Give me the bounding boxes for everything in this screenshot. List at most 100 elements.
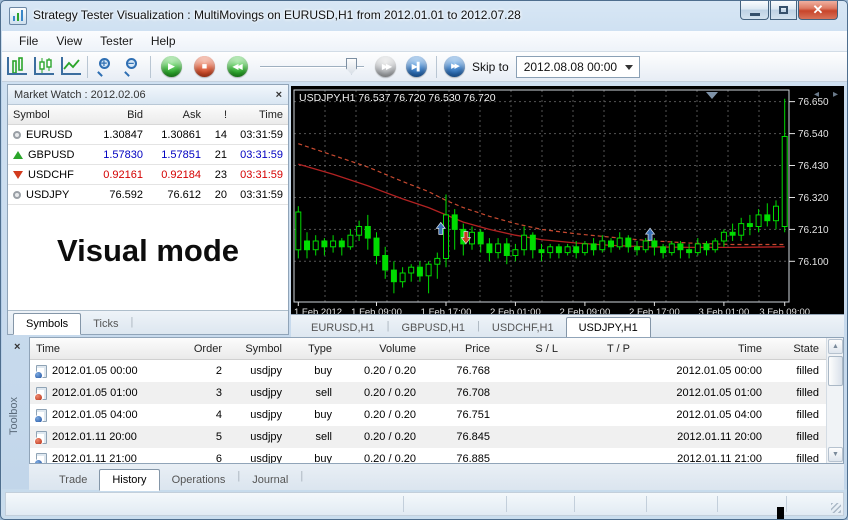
stop-button[interactable]: ■ xyxy=(191,55,218,79)
history-column-7[interactable]: T / P xyxy=(564,343,636,355)
slider-thumb[interactable] xyxy=(346,57,357,75)
maximize-button[interactable] xyxy=(770,1,797,20)
history-row[interactable]: 2012.01.05 00:00 2 usdjpy buy 0.20 / 0.20 76.… xyxy=(30,360,826,382)
market-watch-column-3[interactable]: ! xyxy=(206,109,232,121)
market-watch-row[interactable]: GBPUSD 1.57830 1.57851 21 03:31:59 xyxy=(8,145,288,165)
rewind-button[interactable]: ◀◀ xyxy=(224,55,251,79)
market-watch-header: Market Watch : 2012.02.06 × xyxy=(8,85,288,105)
svg-text:76.100: 76.100 xyxy=(798,257,829,268)
tab-separator: | xyxy=(300,470,304,482)
history-column-5[interactable]: Price xyxy=(422,343,496,355)
skip-to-button[interactable]: ▶▶ xyxy=(441,55,468,79)
chart-tab-usdjpy-h1[interactable]: USDJPY,H1 xyxy=(565,317,651,339)
zoom-out-button[interactable]: − xyxy=(119,55,146,79)
ask-value: 0.92184 xyxy=(161,168,201,181)
toolbox-tab-operations[interactable]: Operations xyxy=(160,471,238,490)
market-watch-column-1[interactable]: Bid xyxy=(90,109,148,121)
cell-value: 0.20 / 0.20 xyxy=(364,453,416,464)
buy-order-icon xyxy=(34,408,47,422)
history-column-1[interactable]: Order xyxy=(180,343,228,355)
chart-tab-eurusd-h1[interactable]: EURUSD,H1 xyxy=(299,319,387,338)
history-row[interactable]: 2012.01.05 01:00 3 usdjpy sell 0.20 / 0.20 76… xyxy=(30,382,826,404)
cell-value: buy xyxy=(314,453,332,464)
cell-value: 2012.01.05 00:00 xyxy=(52,365,138,377)
buy-order-icon xyxy=(34,364,47,378)
history-column-9[interactable]: State xyxy=(768,343,825,355)
stop-icon: ■ xyxy=(194,56,215,77)
svg-text:2 Feb 09:00: 2 Feb 09:00 xyxy=(560,307,611,314)
market-watch-column-0[interactable]: Symbol xyxy=(8,109,90,121)
symbols-tab-symbols[interactable]: Symbols xyxy=(13,313,82,335)
title-bar[interactable]: Strategy Tester Visualization : MultiMov… xyxy=(1,1,847,31)
cell-value: filled xyxy=(796,387,819,399)
menu-help[interactable]: Help xyxy=(142,32,185,50)
history-row[interactable]: 2012.01.11 21:00 6 usdjpy buy 0.20 / 0.20 76.… xyxy=(30,448,826,464)
fast-forward-button[interactable]: ▶▶ xyxy=(372,55,399,79)
minimize-button[interactable] xyxy=(740,1,769,20)
scroll-down-icon[interactable]: ▼ xyxy=(828,447,843,462)
menu-tester[interactable]: Tester xyxy=(91,32,142,50)
history-column-3[interactable]: Type xyxy=(288,343,338,355)
chart-tab-gbpusd-h1[interactable]: GBPUSD,H1 xyxy=(389,319,477,338)
close-button[interactable]: ✕ xyxy=(798,1,838,20)
menu-view[interactable]: View xyxy=(47,32,91,50)
bar-chart-icon xyxy=(5,56,27,77)
scroll-up-icon[interactable]: ▲ xyxy=(828,339,843,354)
history-column-0[interactable]: Time xyxy=(30,343,180,355)
history-column-2[interactable]: Symbol xyxy=(228,343,288,355)
spread-value: 14 xyxy=(214,128,227,141)
symbol-name: USDCHF xyxy=(28,168,74,181)
history-row[interactable]: 2012.01.11 20:00 5 usdjpy sell 0.20 / 0.20 76… xyxy=(30,426,826,448)
skip-date-value: 2012.08.08 00:00 xyxy=(523,59,618,74)
skip-to-end-button[interactable]: ▶▌ xyxy=(403,55,430,79)
history-scrollbar[interactable]: ▲ ▼ xyxy=(826,338,843,463)
buy-order-icon xyxy=(34,452,47,463)
toolbox-tab-trade[interactable]: Trade xyxy=(47,471,99,490)
history-column-6[interactable]: S / L xyxy=(496,343,564,355)
chevron-down-icon xyxy=(624,64,633,70)
history-column-4[interactable]: Volume xyxy=(338,343,422,355)
market-watch-column-2[interactable]: Ask xyxy=(148,109,206,121)
toolbox-label: Toolbox xyxy=(8,397,20,435)
market-watch-row[interactable]: EURUSD 1.30847 1.30861 14 03:31:59 xyxy=(8,125,288,145)
spread-value: 21 xyxy=(214,148,227,161)
mouse-cursor xyxy=(777,507,784,519)
play-button[interactable]: ▶ xyxy=(158,55,185,79)
cell-value: 3 xyxy=(215,387,222,399)
bid-value: 1.30847 xyxy=(103,128,143,141)
history-row[interactable]: 2012.01.05 04:00 4 usdjpy buy 0.20 / 0.20 76.… xyxy=(30,404,826,426)
chart-tabs-scroll-right-icon[interactable]: ▸ xyxy=(833,89,838,100)
scrollbar-thumb[interactable] xyxy=(828,356,843,386)
market-watch-column-4[interactable]: Time xyxy=(232,109,288,121)
market-watch-row[interactable]: USDCHF 0.92161 0.92184 23 03:31:59 xyxy=(8,165,288,185)
chart-tab-usdchf-h1[interactable]: USDCHF,H1 xyxy=(480,319,566,338)
toolbox-close-icon[interactable]: × xyxy=(14,342,20,353)
tick-up-icon xyxy=(13,150,23,159)
speed-slider[interactable] xyxy=(260,55,364,79)
svg-text:3 Feb 09:00: 3 Feb 09:00 xyxy=(759,307,810,314)
zoom-in-button[interactable]: + xyxy=(92,55,119,79)
bid-value: 0.92161 xyxy=(103,168,143,181)
resize-grip[interactable] xyxy=(831,503,841,513)
symbol-name: EURUSD xyxy=(26,128,73,141)
price-chart[interactable]: 76.650 76.540 76.430 76.320 76.210 76.100 1 Fe… xyxy=(291,86,844,318)
line-chart-icon xyxy=(59,56,81,77)
skip-date-select[interactable]: 2012.08.08 00:00 xyxy=(515,55,640,78)
market-watch-row[interactable]: USDJPY 76.592 76.612 20 03:31:59 xyxy=(8,185,288,205)
bar-chart-button[interactable] xyxy=(2,55,29,79)
chart-tabs-scroll-left-icon[interactable]: ◂ xyxy=(814,89,819,100)
line-chart-button[interactable] xyxy=(56,55,83,79)
toolbox-tab-journal[interactable]: Journal xyxy=(240,471,300,490)
visual-mode-text: Visual mode xyxy=(56,233,240,268)
toolbox-tab-history[interactable]: History xyxy=(99,469,160,491)
symbols-tab-ticks[interactable]: Ticks xyxy=(81,315,130,334)
sell-order-icon xyxy=(34,430,47,444)
history-column-8[interactable]: Time xyxy=(636,343,768,355)
svg-text:1 Feb 17:00: 1 Feb 17:00 xyxy=(421,307,472,314)
candlestick-chart-button[interactable] xyxy=(29,55,56,79)
svg-text:76.210: 76.210 xyxy=(798,225,829,236)
market-watch-close-icon[interactable]: × xyxy=(276,89,282,100)
svg-text:76.540: 76.540 xyxy=(798,129,829,140)
menu-file[interactable]: File xyxy=(10,32,47,50)
strategy-tester-window: Strategy Tester Visualization : MultiMov… xyxy=(0,0,848,520)
